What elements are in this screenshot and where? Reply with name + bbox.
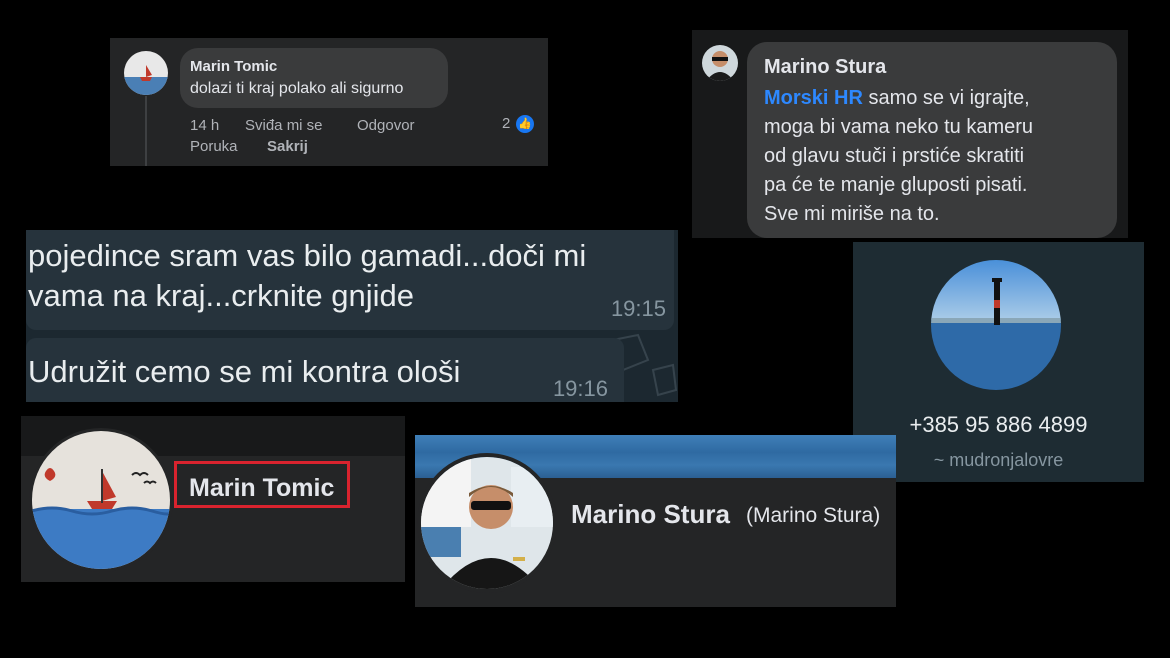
like-button[interactable]: Sviđa mi se: [245, 117, 323, 134]
comment-line-4: pa će te manje gluposti pisati.: [764, 174, 1028, 196]
profile-header-marin-tomic: Marin Tomic: [21, 416, 405, 582]
message-text-line-1: pojedince sram vas bilo gamadi...doči mi: [28, 238, 587, 273]
comment-bubble: Marino Stura Morski HR samo se vi igrajt…: [747, 42, 1117, 238]
comment-line-5: Sve mi miriše na to.: [764, 203, 940, 225]
comment-text: Morski HR samo se vi igrajte, moga bi va…: [764, 84, 1033, 229]
profile-avatar-boat-drawing[interactable]: [29, 428, 173, 572]
reply-button[interactable]: Odgovor: [357, 117, 415, 134]
comment-time[interactable]: 14 h: [190, 117, 219, 134]
contact-phone-number[interactable]: +385 95 886 4899: [853, 412, 1144, 438]
profile-name[interactable]: Marino Stura: [571, 499, 730, 530]
contact-avatar-lighthouse[interactable]: [931, 260, 1061, 390]
comment-bubble: Marin Tomic dolazi ti kraj polako ali si…: [180, 48, 448, 108]
message-text: Udružit cemo se mi kontra ološi: [28, 354, 461, 389]
avatar-man-sunglasses[interactable]: [702, 45, 738, 81]
message-text-line-2: vama na kraj...crknite gnjide: [28, 278, 414, 313]
comment-line-1: samo se vi igrajte,: [862, 87, 1030, 109]
comment-line-2: moga bi vama neko tu kameru: [764, 116, 1034, 138]
comment-author[interactable]: Marin Tomic: [190, 58, 277, 75]
thread-line: [145, 96, 147, 166]
profile-header-marino-stura: Marino Stura (Marino Stura): [415, 435, 896, 607]
hide-button[interactable]: Sakrij: [267, 138, 308, 155]
chat-message-bubble[interactable]: pojedince sram vas bilo gamadi...doči mi…: [26, 230, 674, 330]
message-button[interactable]: Poruka: [190, 138, 238, 155]
comment-card-marino-stura: Marino Stura Morski HR samo se vi igrajt…: [692, 30, 1128, 238]
comment-card-marin-tomic: Marin Tomic dolazi ti kraj polako ali si…: [110, 38, 548, 166]
message-timestamp: 19:16: [552, 376, 608, 401]
contact-username: ~ mudronjalovre: [933, 450, 1064, 470]
chat-message-bubble[interactable]: Udružit cemo se mi kontra ološi 19:16: [26, 338, 624, 402]
name-highlight-box: Marin Tomic: [174, 461, 350, 508]
comment-line-3: od glavu stuči i prstiće skratiti: [764, 145, 1025, 167]
profile-avatar-captain[interactable]: [417, 453, 557, 593]
comment-author[interactable]: Marino Stura: [764, 56, 886, 79]
chat-screenshot: pojedince sram vas bilo gamadi...doči mi…: [26, 230, 678, 402]
mention-link[interactable]: Morski HR: [764, 87, 863, 109]
contact-info-card: +385 95 886 4899 ~ mudronjalovre: [853, 242, 1144, 482]
profile-name[interactable]: Marin Tomic: [189, 474, 334, 503]
comment-text: dolazi ti kraj polako ali sigurno: [190, 80, 404, 97]
avatar-boat-drawing[interactable]: [124, 51, 168, 95]
thumbs-up-icon: 👍: [516, 115, 534, 133]
message-timestamp: 19:15: [610, 296, 666, 321]
profile-alternate-name: (Marino Stura): [746, 504, 881, 527]
reaction-count[interactable]: 2: [502, 115, 510, 132]
